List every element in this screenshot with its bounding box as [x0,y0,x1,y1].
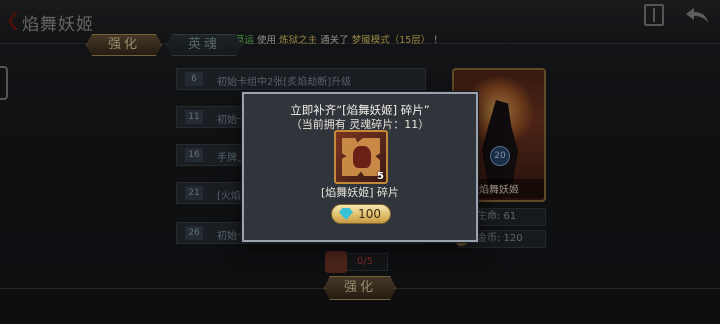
fragment-quantity: 5 [377,171,384,182]
game-screen: 焰舞妖姬 四叶草运 使用 炼狱之主 通关了 梦魇模式（15层） ！ 强化 英魂 … [0,0,720,324]
buy-button[interactable]: 100 [331,204,391,224]
purchase-dialog: 立即补齐“[焰舞妖姬] 碎片” （当前拥有 灵魂碎片：11） 5 [焰舞妖姬] … [242,92,478,242]
soul-gem-icon [339,208,353,220]
fragment-portrait [353,146,371,168]
fragment-icon: 5 [334,130,388,184]
price-value: 100 [358,207,381,221]
fragment-name: [焰舞妖姬] 碎片 [320,186,400,199]
